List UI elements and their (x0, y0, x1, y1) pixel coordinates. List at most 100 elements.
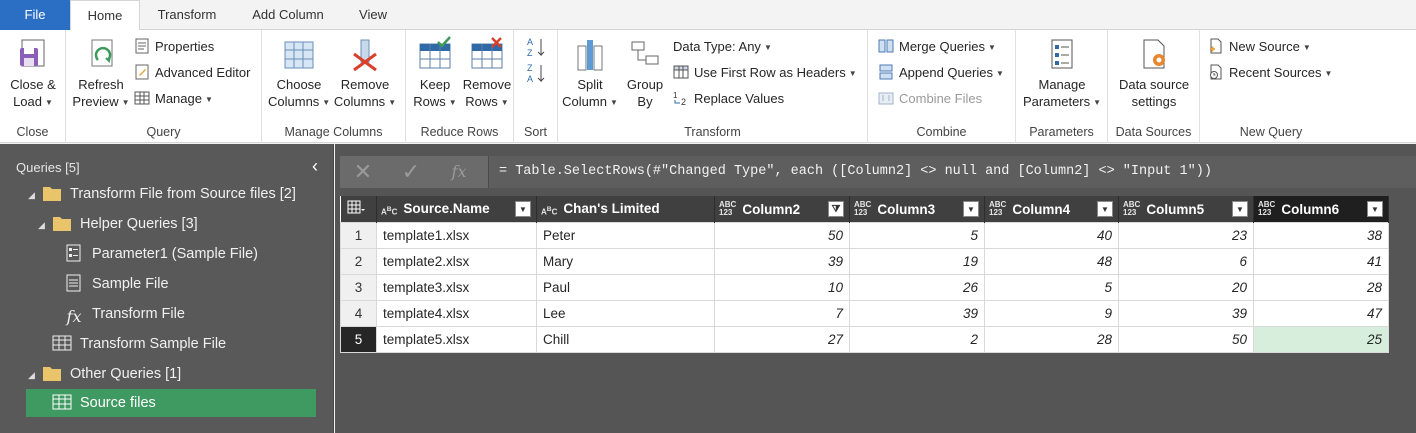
table-cell[interactable]: 2 (849, 325, 985, 353)
table-cell[interactable]: 50 (1118, 325, 1254, 353)
tab-file[interactable]: File (0, 0, 70, 30)
advanced-editor-button[interactable]: Advanced Editor (134, 62, 250, 84)
remove-rows-icon (471, 37, 503, 69)
sort-descending-button[interactable]: ZA (526, 62, 551, 84)
collapse-panel-icon[interactable]: ‹ (312, 156, 318, 177)
split-column-button[interactable]: Split Column ▼ (560, 36, 620, 111)
row-number[interactable]: 2 (340, 247, 377, 275)
table-cell[interactable]: 39 (714, 247, 850, 275)
table-cell[interactable]: 23 (1118, 221, 1254, 249)
column-dropdown-icon[interactable]: ▼ (1367, 201, 1383, 217)
table-cell[interactable]: 28 (984, 325, 1119, 353)
table-row: 1 template1.xlsx Peter 50 5 40 23 38 (340, 221, 1389, 249)
query-folder-other-queries[interactable]: ◢ Other Queries [1] (28, 360, 181, 388)
query-folder-helper-queries[interactable]: ◢ Helper Queries [3] (38, 210, 198, 238)
table-cell[interactable]: Peter (536, 221, 715, 249)
table-cell[interactable]: 7 (714, 299, 850, 327)
table-cell[interactable]: 19 (849, 247, 985, 275)
column-header-column3[interactable]: ABC 123 Column3 ▼ (849, 196, 985, 222)
choose-columns-button[interactable]: Choose Columns ▼ (268, 36, 330, 111)
table-cell[interactable]: Lee (536, 299, 715, 327)
tab-home[interactable]: Home (70, 0, 140, 31)
table-cell[interactable]: template2.xlsx (376, 247, 537, 275)
table-cell[interactable]: Mary (536, 247, 715, 275)
table-menu-button[interactable] (340, 196, 377, 222)
refresh-icon (91, 39, 113, 67)
group-by-button[interactable]: Group By (620, 36, 670, 110)
column-dropdown-icon[interactable]: ▼ (963, 201, 979, 217)
column-header-column2[interactable]: ABC 123 Column2 ⧩ (714, 196, 850, 222)
table-cell[interactable]: 28 (1253, 273, 1389, 301)
cancel-formula-icon[interactable]: ✕ (340, 156, 386, 188)
replace-values-button[interactable]: 1 2 Replace Values (673, 88, 784, 110)
filter-icon[interactable]: ⧩ (828, 201, 844, 217)
table-cell[interactable]: 5 (849, 221, 985, 249)
table-cell[interactable]: 39 (1118, 299, 1254, 327)
query-item-transform-file[interactable]: fx Transform File (64, 300, 185, 328)
table-cell[interactable]: 47 (1253, 299, 1389, 327)
merge-queries-button[interactable]: Merge Queries ▼ (878, 36, 996, 58)
query-item-sample-file[interactable]: Sample File (64, 270, 169, 298)
data-type-dropdown[interactable]: Data Type: Any ▼ (673, 36, 772, 58)
remove-columns-label-2: Columns (333, 94, 386, 109)
column-header-column4[interactable]: ABC 123 Column4 ▼ (984, 196, 1119, 222)
manage-button[interactable]: Manage ▼ (134, 88, 213, 110)
remove-columns-button[interactable]: Remove Columns ▼ (332, 36, 398, 111)
tab-transform[interactable]: Transform (142, 0, 232, 30)
query-folder-transform-file[interactable]: ◢ Transform File from Source files [2] (28, 180, 296, 208)
table-cell[interactable]: 38 (1253, 221, 1389, 249)
table-cell[interactable]: 10 (714, 273, 850, 301)
query-item-source-files[interactable]: Source files (26, 389, 316, 417)
recent-sources-button[interactable]: Recent Sources ▼ (1208, 62, 1332, 84)
combine-files-button[interactable]: Combine Files (878, 88, 982, 110)
table-cell[interactable]: 9 (984, 299, 1119, 327)
append-queries-button[interactable]: Append Queries ▼ (878, 62, 1004, 84)
data-source-settings-button[interactable]: Data source settings (1112, 36, 1196, 110)
table-cell[interactable]: Chill (536, 325, 715, 353)
table-cell[interactable]: template4.xlsx (376, 299, 537, 327)
table-cell[interactable]: 26 (849, 273, 985, 301)
column-dropdown-icon[interactable]: ▼ (1232, 201, 1248, 217)
table-cell[interactable]: 50 (714, 221, 850, 249)
table-cell[interactable]: template1.xlsx (376, 221, 537, 249)
row-number[interactable]: 3 (340, 273, 377, 301)
column-header-source-name[interactable]: ABC Source.Name ▼ (376, 196, 537, 222)
table-cell[interactable]: 6 (1118, 247, 1254, 275)
close-load-button[interactable]: Close & Load ▼ (4, 36, 62, 111)
tab-view[interactable]: View (344, 0, 402, 30)
column-header-column5[interactable]: ABC 123 Column5 ▼ (1118, 196, 1254, 222)
table-cell[interactable]: Paul (536, 273, 715, 301)
commit-formula-icon[interactable]: ✓ (388, 156, 434, 188)
table-cell[interactable]: template3.xlsx (376, 273, 537, 301)
keep-rows-button[interactable]: Keep Rows ▼ (410, 36, 460, 111)
table-cell[interactable]: template5.xlsx (376, 325, 537, 353)
column-dropdown-icon[interactable]: ▼ (1097, 201, 1113, 217)
table-cell[interactable]: 27 (714, 325, 850, 353)
properties-label: Properties (155, 39, 215, 54)
table-cell[interactable]: 41 (1253, 247, 1389, 275)
properties-button[interactable]: Properties (134, 36, 214, 58)
table-cell[interactable]: 48 (984, 247, 1119, 275)
column-header-column6[interactable]: ABC 123 Column6 ▼ (1253, 196, 1389, 222)
insert-function-icon[interactable]: fx (436, 156, 482, 188)
table-cell[interactable]: 5 (984, 273, 1119, 301)
row-number[interactable]: 4 (340, 299, 377, 327)
query-item-transform-sample-file[interactable]: Transform Sample File (52, 330, 226, 358)
column-header-chans-limited[interactable]: ABC Chan's Limited (536, 196, 715, 222)
formula-input[interactable]: = Table.SelectRows(#"Changed Type", each… (488, 156, 1416, 188)
query-item-parameter1[interactable]: Parameter1 (Sample File) (64, 240, 258, 268)
new-source-button[interactable]: New Source ▼ (1208, 36, 1311, 58)
sort-ascending-button[interactable]: AZ (526, 36, 551, 58)
use-first-row-headers-button[interactable]: Use First Row as Headers ▼ (673, 62, 857, 84)
tab-add-column[interactable]: Add Column (238, 0, 338, 30)
table-cell[interactable]: 40 (984, 221, 1119, 249)
remove-rows-button[interactable]: Remove Rows ▼ (460, 36, 514, 111)
refresh-preview-button[interactable]: Refresh Preview ▼ (72, 36, 130, 111)
row-number[interactable]: 1 (340, 221, 377, 249)
table-cell[interactable]: 39 (849, 299, 985, 327)
selected-cell[interactable]: 25 (1253, 325, 1389, 353)
row-number[interactable]: 5 (340, 325, 377, 353)
column-dropdown-icon[interactable]: ▼ (515, 201, 531, 217)
manage-parameters-button[interactable]: Manage Parameters ▼ (1022, 36, 1102, 111)
table-cell[interactable]: 20 (1118, 273, 1254, 301)
